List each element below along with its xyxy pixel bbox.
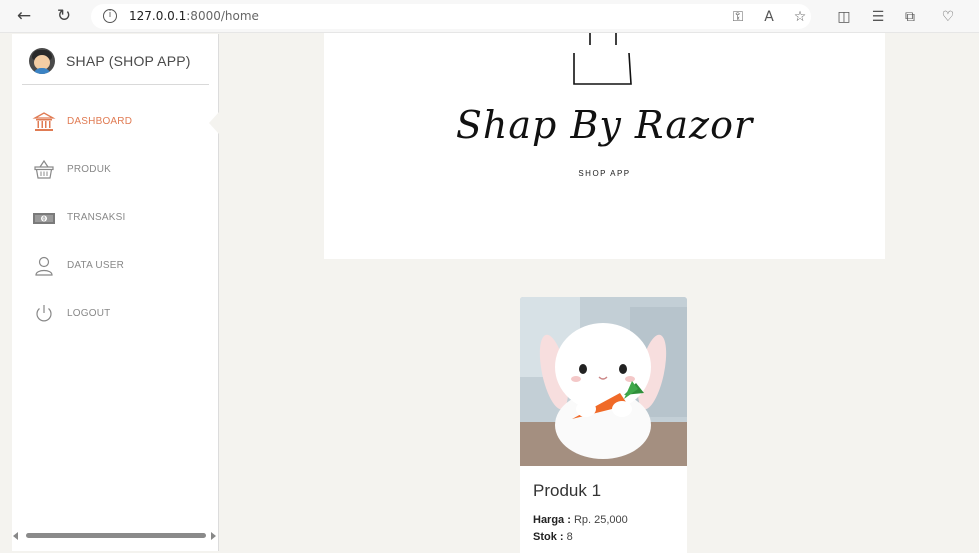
sidebar-item-label: DASHBOARD <box>67 116 133 127</box>
back-button[interactable]: ← <box>12 4 36 28</box>
split-screen-icon[interactable]: ◫ <box>834 7 854 27</box>
bank-icon <box>32 112 56 131</box>
product-name: Produk 1 <box>533 481 602 500</box>
cash-icon: 0 <box>33 213 55 224</box>
divider <box>22 84 209 85</box>
stock-label: Stok : <box>533 531 564 543</box>
sidebar-item-transaksi[interactable]: 0 TRANSAKSI <box>12 198 219 238</box>
scroll-right-icon[interactable] <box>211 532 216 540</box>
product-price: Harga : Rp. 25,000 <box>533 514 628 526</box>
scroll-thumb[interactable] <box>26 533 206 538</box>
info-icon[interactable]: i <box>103 9 117 23</box>
reload-button[interactable]: ↻ <box>52 4 76 28</box>
key-icon[interactable]: ⚿ <box>728 7 748 27</box>
product-stock: Stok : 8 <box>533 531 573 543</box>
avatar <box>29 48 55 74</box>
favorites-list-icon[interactable]: ☰ <box>868 7 888 27</box>
plush-bunny-image <box>520 297 687 466</box>
sidebar-item-label: TRANSAKSI <box>67 212 126 223</box>
active-indicator <box>209 112 219 134</box>
favorite-star-icon[interactable]: ☆ <box>790 7 810 27</box>
sidebar-item-label: DATA USER <box>67 260 124 271</box>
basket-icon <box>34 159 54 179</box>
brand[interactable]: SHAP (SHOP APP) <box>12 34 219 86</box>
svg-text:0: 0 <box>42 217 45 223</box>
sidebar-item-label: PRODUK <box>67 164 111 175</box>
logo-subtitle: SHOP APP <box>578 169 631 178</box>
power-icon <box>36 305 52 322</box>
banner: Shap By Razor SHOP APP <box>324 33 885 259</box>
collections-icon[interactable]: ⧉ <box>900 7 920 27</box>
url-host: 127.0.0.1 <box>129 9 187 23</box>
app-title: SHAP (SHOP APP) <box>66 53 191 69</box>
product-card[interactable]: Produk 1 Harga : Rp. 25,000 Stok : 8 <box>520 297 687 553</box>
url-text: 127.0.0.1:8000/home <box>129 9 259 23</box>
sidebar-item-logout[interactable]: LOGOUT <box>12 294 219 334</box>
shopping-bag-icon <box>573 33 632 85</box>
product-image <box>520 297 687 466</box>
sidebar-item-label: LOGOUT <box>67 308 111 319</box>
sidebar-item-dashboard[interactable]: DASHBOARD <box>12 102 219 142</box>
price-label: Harga : <box>533 514 571 526</box>
read-aloud-icon[interactable]: A <box>759 7 779 27</box>
scroll-left-icon[interactable] <box>13 532 18 540</box>
sidebar: SHAP (SHOP APP) DASHBOARD PRODUK 0 TRANS… <box>12 34 219 551</box>
user-icon <box>35 256 53 276</box>
sidebar-item-data-user[interactable]: DATA USER <box>12 246 219 286</box>
address-bar[interactable]: i 127.0.0.1:8000/home <box>91 4 811 29</box>
url-path: :8000/home <box>186 9 259 23</box>
heart-health-icon[interactable]: ♡ <box>938 7 958 27</box>
stock-value: 8 <box>563 531 573 543</box>
sidebar-item-produk[interactable]: PRODUK <box>12 150 219 190</box>
price-value: Rp. 25,000 <box>570 514 628 526</box>
horizontal-scrollbar[interactable] <box>12 530 219 542</box>
browser-toolbar: ← ↻ i 127.0.0.1:8000/home ⚿ A ☆ ◫ ☰ ⧉ ♡ <box>0 0 979 33</box>
logo-text: Shap By Razor <box>455 103 754 147</box>
